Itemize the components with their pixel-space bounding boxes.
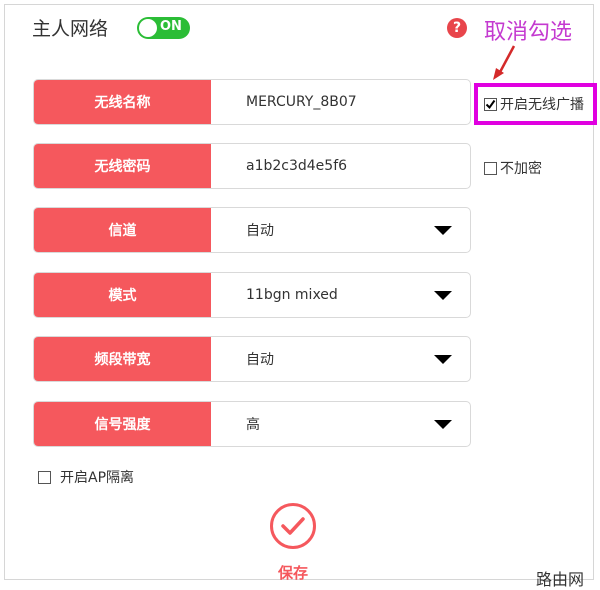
no-encrypt-checkbox[interactable] — [484, 161, 497, 175]
broadcast-checkbox[interactable] — [484, 97, 497, 111]
row-label: 频段带宽 — [34, 337, 211, 381]
dropdown-arrow-icon[interactable] — [434, 226, 452, 235]
signal-strength-select[interactable]: 高 — [246, 402, 260, 446]
ap-isolation-option[interactable]: 开启AP隔离 — [38, 467, 134, 487]
channel-select[interactable]: 自动 — [246, 208, 274, 252]
broadcast-option[interactable]: 开启无线广播 — [484, 94, 584, 114]
row-wifi-name: 无线名称 MERCURY_8B07 — [33, 79, 471, 125]
wifi-name-input[interactable]: MERCURY_8B07 — [246, 80, 357, 124]
row-mode: 模式 11bgn mixed — [33, 272, 471, 318]
row-label: 模式 — [34, 273, 211, 317]
dropdown-arrow-icon[interactable] — [434, 355, 452, 364]
toggle-label: ON — [160, 19, 182, 34]
save-label[interactable]: 保存 — [278, 562, 308, 583]
dropdown-arrow-icon[interactable] — [434, 420, 452, 429]
mode-select[interactable]: 11bgn mixed — [246, 273, 338, 317]
host-network-toggle[interactable]: ON — [137, 17, 190, 39]
ap-isolation-label: 开启AP隔离 — [60, 470, 135, 486]
annotation-text: 取消勾选 — [484, 20, 573, 45]
help-icon[interactable]: ? — [447, 18, 467, 38]
broadcast-label: 开启无线广播 — [500, 97, 584, 113]
checkmark-icon — [485, 99, 496, 109]
row-bandwidth: 频段带宽 自动 — [33, 336, 471, 382]
row-label: 无线密码 — [34, 144, 211, 188]
no-encrypt-option[interactable]: 不加密 — [484, 158, 542, 178]
row-signal-strength: 信号强度 高 — [33, 401, 471, 447]
ap-isolation-checkbox[interactable] — [38, 470, 51, 484]
check-icon — [281, 517, 305, 535]
row-label: 信号强度 — [34, 402, 211, 446]
annotation-arrow-icon — [493, 45, 516, 80]
row-label: 信道 — [34, 208, 211, 252]
dropdown-arrow-icon[interactable] — [434, 291, 452, 300]
row-channel: 信道 自动 — [33, 207, 471, 253]
row-wifi-password: 无线密码 a1b2c3d4e5f6 — [33, 143, 471, 189]
bandwidth-select[interactable]: 自动 — [246, 337, 274, 381]
no-encrypt-label: 不加密 — [500, 161, 542, 177]
wifi-password-input[interactable]: a1b2c3d4e5f6 — [246, 144, 347, 188]
toggle-knob — [139, 19, 157, 37]
watermark: 路由网 — [536, 570, 585, 589]
save-button[interactable] — [270, 503, 316, 549]
page-title: 主人网络 — [32, 18, 109, 40]
row-label: 无线名称 — [34, 80, 211, 124]
